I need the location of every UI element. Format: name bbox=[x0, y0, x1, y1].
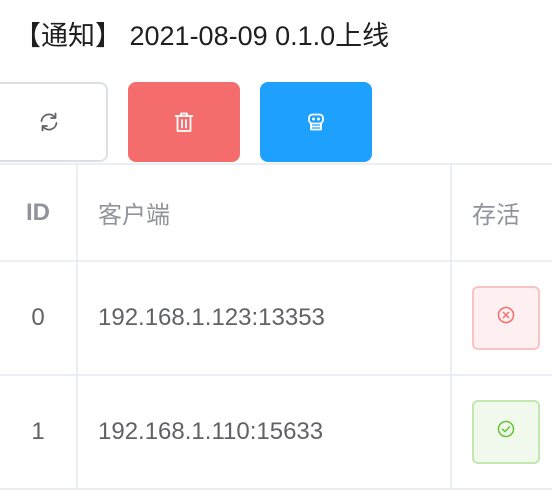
page: 【通知】 2021-08-09 0.1.0上线 ID 客户端 存活 0 192.… bbox=[0, 0, 552, 492]
cell-id: 0 bbox=[0, 262, 78, 374]
column-header-alive: 存活 bbox=[472, 202, 520, 229]
trash-icon bbox=[172, 110, 196, 134]
cell-client: 192.168.1.110:15633 bbox=[78, 376, 452, 488]
table-row: 1 192.168.1.110:15633 bbox=[0, 376, 552, 490]
cell-id: 1 bbox=[0, 376, 78, 488]
alive-status-button[interactable] bbox=[472, 400, 540, 464]
cell-alive bbox=[452, 262, 552, 374]
alive-status-button[interactable] bbox=[472, 286, 540, 350]
robot-icon bbox=[304, 110, 328, 134]
robot-button[interactable] bbox=[260, 82, 372, 162]
notice-prefix: 【通知】 bbox=[14, 21, 122, 51]
clients-table: ID 客户端 存活 0 192.168.1.123:13353 1 192.16… bbox=[0, 163, 552, 490]
delete-button[interactable] bbox=[128, 82, 240, 162]
column-header-client: 客户端 bbox=[78, 165, 452, 260]
table-row: 0 192.168.1.123:13353 bbox=[0, 262, 552, 376]
column-header-id: ID bbox=[0, 165, 78, 260]
refresh-icon bbox=[37, 110, 61, 134]
cell-client: 192.168.1.123:13353 bbox=[78, 262, 452, 374]
circle-check-icon bbox=[496, 418, 516, 446]
notice-banner: 【通知】 2021-08-09 0.1.0上线 bbox=[14, 14, 389, 58]
circle-x-icon bbox=[496, 304, 516, 332]
refresh-button[interactable] bbox=[0, 82, 108, 162]
cell-alive bbox=[452, 376, 552, 488]
notice-text: 2021-08-09 0.1.0上线 bbox=[122, 21, 390, 51]
table-header: ID 客户端 存活 bbox=[0, 165, 552, 262]
